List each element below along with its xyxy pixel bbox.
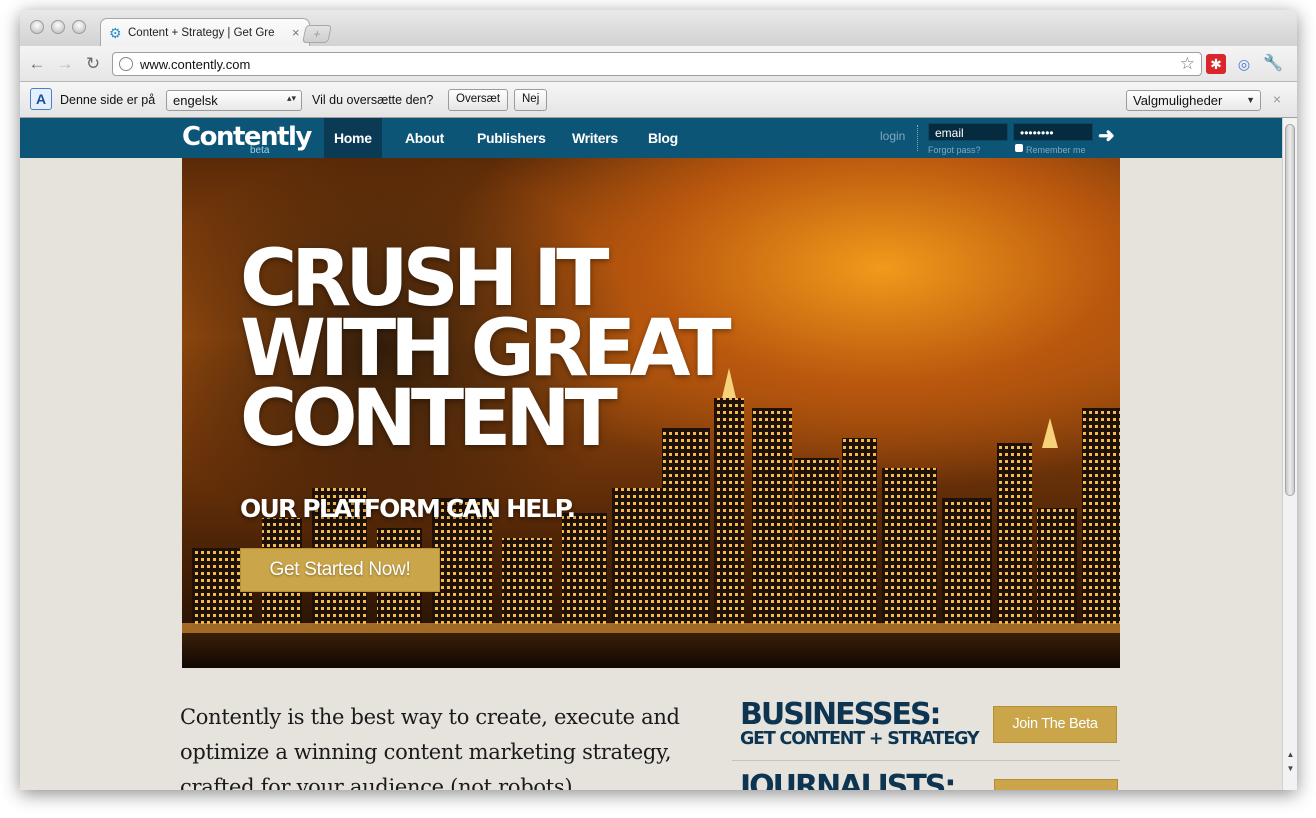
gear-icon: ⚙ [109,24,122,41]
new-tab-button[interactable]: + [302,25,332,43]
minimize-window-button[interactable] [51,20,65,34]
login-divider [917,125,918,151]
businesses-subtitle: GET CONTENT + STRATEGY [740,729,980,749]
translate-icon: A [30,88,52,110]
globe-icon [119,57,133,71]
updown-arrow-icon: ▴▾ [286,93,296,103]
close-window-button[interactable] [30,20,44,34]
translate-prefix: Denne side er på [60,93,156,107]
password-field[interactable]: •••••••• [1013,123,1093,141]
translate-button[interactable]: Oversæt [448,89,509,111]
lastpass-extension-icon[interactable]: ✱ [1206,54,1226,74]
section-divider [732,760,1120,761]
scrollbar-thumb[interactable] [1285,124,1295,496]
site-logo[interactable]: Contently [182,122,312,152]
extension-icon[interactable]: ◎ [1234,54,1254,74]
translate-bar: A Denne side er på engelsk ▴▾ Vil du ove… [20,82,1297,118]
translate-close-icon[interactable]: × [1273,91,1281,107]
join-beta-button[interactable]: Join The Beta [993,706,1117,743]
nav-home[interactable]: Home [324,118,382,158]
back-icon[interactable]: ← [26,53,48,75]
remember-me-label: Remember me [1026,145,1086,155]
forward-icon[interactable]: → [54,53,76,75]
translate-question: Vil du oversætte den? [312,93,434,107]
address-url: www.contently.com [140,56,251,72]
wrench-icon[interactable]: 🔧 [1263,54,1283,74]
reload-icon[interactable]: ↻ [82,53,104,75]
vertical-scrollbar[interactable]: ▲ ▼ [1282,118,1297,790]
nav-writers[interactable]: Writers [562,118,628,158]
login-label: login [880,129,906,143]
nav-about[interactable]: About [395,118,454,158]
address-bar[interactable]: www.contently.com ☆ [112,52,1202,76]
forgot-password-link[interactable]: Forgot pass? [928,145,981,155]
options-select[interactable]: Valgmuligheder ▼ [1126,90,1261,111]
chevron-down-icon: ▼ [1246,95,1255,105]
apply-here-button[interactable]: Apply Here [994,779,1118,790]
site-header: Contently beta Home About Publishers Wri… [20,118,1282,158]
bookmark-star-icon[interactable]: ☆ [1180,54,1195,74]
journalists-title: JOURNALISTS: [740,769,956,791]
hero-headline: CRUSH IT WITH GREAT CONTENT [240,240,760,464]
hero-banner: CRUSH IT WITH GREAT CONTENT OUR PLATFORM… [182,158,1120,668]
hero-subheadline: OUR PLATFORM CAN HELP. [240,494,576,523]
nav-blog[interactable]: Blog [638,118,688,158]
logo-beta-badge: beta [250,145,270,156]
browser-tab[interactable]: ⚙ Content + Strategy | Get Gre × [100,18,310,46]
tab-title: Content + Strategy | Get Gre [128,26,275,39]
email-field[interactable]: email [928,123,1008,141]
browser-toolbar: ← → ↻ www.contently.com ☆ ✱ ◎ 🔧 [20,46,1297,82]
scroll-up-arrow-icon[interactable]: ▲ [1285,750,1296,759]
scroll-down-arrow-icon[interactable]: ▼ [1285,764,1296,773]
nav-publishers[interactable]: Publishers [467,118,556,158]
zoom-window-button[interactable] [72,20,86,34]
tab-strip: ⚙ Content + Strategy | Get Gre × + [20,10,1297,46]
login-arrow-icon[interactable]: ➜ [1098,123,1115,148]
options-select-value: Valgmuligheder [1133,93,1223,108]
get-started-button[interactable]: Get Started Now! [240,548,440,592]
language-select-value: engelsk [173,93,218,108]
intro-text: Contently is the best way to create, exe… [180,705,680,790]
tab-close-icon[interactable]: × [292,25,300,40]
businesses-title: BUSINESSES: [740,697,942,732]
no-translate-button[interactable]: Nej [514,89,548,111]
language-select[interactable]: engelsk ▴▾ [166,90,302,111]
hero-headline-line: CONTENT [240,374,618,464]
page-viewport: Contently beta Home About Publishers Wri… [20,118,1282,790]
browser-window: ⚙ Content + Strategy | Get Gre × + ← → ↻… [20,10,1297,790]
remember-me-checkbox[interactable] [1015,144,1023,152]
